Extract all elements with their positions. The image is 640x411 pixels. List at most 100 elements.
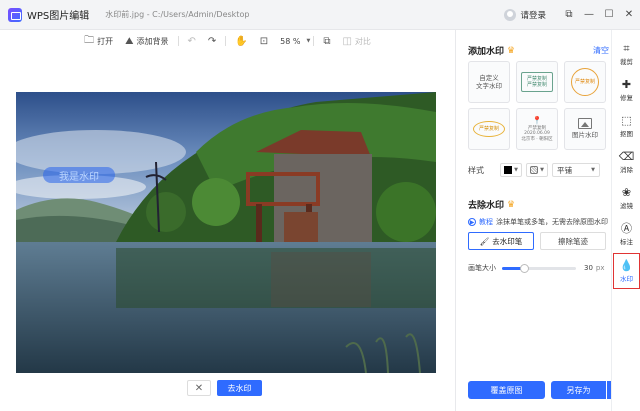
rail-item-annotate[interactable]: Ⓐ 标注	[613, 216, 640, 252]
location-watermark-tile[interactable]: 📍 严禁复制 2020.06.09 北京市 · 朝阳区	[516, 108, 558, 150]
crop-icon: ⌗	[623, 41, 630, 55]
crown-icon: ♛	[507, 45, 516, 56]
folder-icon: 🗀	[84, 34, 95, 46]
image-plus-icon	[578, 118, 592, 130]
close-icon: ✕	[194, 382, 204, 394]
rail-item-crop[interactable]: ⌗ 裁剪	[613, 36, 640, 72]
pattern-picker[interactable]: ▼	[526, 163, 548, 177]
remove-watermark-button[interactable]: 去水印	[217, 380, 262, 396]
login-label: 请登录	[520, 10, 546, 21]
rail-item-cutout[interactable]: ⬚ 抠图	[613, 108, 640, 144]
style-row: 样式 ▼ ▼ 平铺 ▼	[468, 162, 608, 178]
photo-canvas[interactable]	[16, 92, 436, 373]
lake-house-photo	[16, 92, 436, 373]
minimize-button[interactable]: —	[580, 9, 598, 20]
app-logo-icon	[8, 7, 22, 22]
watermark-icon: 💧	[619, 258, 634, 272]
watermark-selection[interactable]: 我是水印	[43, 167, 115, 183]
title-bar: WPS图片编辑 水印前.jpg - C:/Users/Admin/Desktop…	[0, 0, 640, 30]
restore-window-button[interactable]: ⧉	[560, 9, 578, 20]
tutorial-link[interactable]: 教程	[479, 217, 493, 227]
add-background-label: 添加背景	[136, 36, 169, 46]
clear-button[interactable]: 清空	[593, 45, 609, 56]
redo-button[interactable]: ↷	[208, 36, 216, 47]
stamp-orange-tile[interactable]: 严禁复制	[564, 61, 606, 103]
stamp-green-tile[interactable]: 严禁复制 严禁复制	[516, 61, 558, 103]
compare-label: 对比	[354, 36, 371, 46]
rail-item-filter[interactable]: ❀ 滤镜	[613, 180, 640, 216]
help-row: ▶ 教程 涂抹单笔或多笔，无需去除原图水印	[468, 217, 608, 227]
add-background-button[interactable]: ⛰ 添加背景	[125, 36, 168, 47]
add-watermark-title: 添加水印 ♛	[468, 45, 516, 58]
layout-select[interactable]: 平铺 ▼	[552, 163, 600, 177]
watermark-templates: 自定义 文字水印 严禁复制 严禁复制 严禁复制 严禁复制 📍 严禁复制 2020…	[468, 61, 606, 150]
help-text: 涂抹单笔或多笔，无需去除原图水印	[496, 218, 608, 226]
login-button[interactable]: 请登录	[504, 8, 546, 21]
compare-icon: ◫	[342, 35, 352, 47]
background-icon: ⛰	[125, 35, 134, 47]
filter-icon: ❀	[621, 185, 632, 199]
play-icon: ▶	[468, 218, 476, 226]
brush-size-slider[interactable]	[502, 263, 576, 273]
overwrite-original-button[interactable]: 覆盖原图	[468, 381, 545, 399]
zoom-level[interactable]: 58 %	[280, 37, 300, 46]
slider-knob[interactable]	[520, 263, 530, 273]
divider	[177, 36, 179, 46]
stamp-gold: 严禁复制	[473, 121, 505, 137]
pan-button[interactable]: ✋	[235, 36, 247, 47]
save-as-button[interactable]: 另存为	[551, 381, 606, 399]
watermark-panel: 添加水印 ♛ 清空 自定义 文字水印 严禁复制 严禁复制 严禁复制 严禁复制 📍…	[455, 30, 621, 411]
chevron-down-icon: ▼	[591, 167, 595, 173]
cutout-icon: ⬚	[621, 113, 632, 127]
color-picker[interactable]: ▼	[500, 163, 522, 177]
app-title: WPS图片编辑	[27, 11, 90, 22]
chevron-down-icon[interactable]: ▼	[306, 38, 310, 44]
divider	[225, 36, 227, 46]
image-watermark-tile[interactable]: 图片水印	[564, 108, 606, 150]
canvas-area[interactable]: 我是水印 ✕ 去水印	[0, 52, 455, 411]
undo-button[interactable]: ↶	[188, 36, 196, 47]
redo-icon: ↷	[207, 35, 217, 47]
eraser-icon: ⌫	[618, 149, 635, 163]
undo-icon: ↶	[187, 35, 196, 47]
style-label: 样式	[468, 165, 484, 175]
stamp-gold-tile[interactable]: 严禁复制	[468, 108, 510, 150]
avatar-icon	[504, 8, 517, 21]
toolbar: 🗀 打开 ⛰ 添加背景 ↶ ↷ ✋ ⊡ 58 % ▼ ⧉ ◫ 对比	[0, 30, 455, 52]
close-window-button[interactable]: ✕	[620, 9, 638, 20]
crown-icon: ♛	[507, 199, 516, 210]
custom-text-watermark-tile[interactable]: 自定义 文字水印	[468, 61, 510, 103]
pattern-icon	[530, 166, 539, 174]
tile-label: 自定义 文字水印	[476, 73, 502, 90]
bandage-icon: ✚	[621, 77, 632, 91]
location-pin-icon: 📍	[532, 115, 542, 125]
open-button[interactable]: 🗀 打开	[84, 33, 113, 50]
rail-item-watermark[interactable]: 💧 水印	[613, 253, 640, 289]
brush-size-label: 画笔大小	[468, 264, 496, 272]
rail-item-erase[interactable]: ⌫ 消除	[613, 144, 640, 180]
erase-brush-button[interactable]: 擦除笔迹	[540, 232, 606, 250]
color-swatch	[504, 166, 513, 174]
brush-icon: 🖌	[479, 236, 490, 246]
copy-button[interactable]: ⧉	[323, 36, 330, 47]
stamp-green: 严禁复制 严禁复制	[521, 72, 553, 92]
tool-rail: ⌗ 裁剪 ✚ 修复 ⬚ 抠图 ⌫ 消除 ❀ 滤镜 Ⓐ 标注 💧 水印	[611, 30, 640, 411]
chevron-down-icon: ▼	[540, 167, 544, 173]
brush-size-row: 画笔大小 30 px	[468, 262, 608, 274]
cancel-button[interactable]: ✕	[187, 380, 211, 396]
open-label: 打开	[97, 36, 114, 46]
file-path: 水印前.jpg - C:/Users/Admin/Desktop	[105, 10, 250, 19]
stamp-orange: 严禁复制	[571, 68, 599, 96]
remove-brush-button[interactable]: 🖌 去水印笔	[468, 232, 534, 250]
maximize-button[interactable]: ☐	[600, 9, 618, 20]
copy-icon: ⧉	[323, 35, 331, 47]
fit-button[interactable]: ⊡	[260, 36, 268, 47]
fit-screen-icon: ⊡	[259, 35, 269, 47]
remove-watermark-title: 去除水印 ♛	[468, 199, 516, 212]
hand-icon: ✋	[235, 35, 248, 47]
rail-item-repair[interactable]: ✚ 修复	[613, 72, 640, 108]
divider	[313, 36, 315, 46]
chevron-down-icon: ▼	[514, 167, 518, 173]
compare-button[interactable]: ◫ 对比	[342, 36, 370, 47]
brush-size-value: 30	[584, 264, 593, 272]
